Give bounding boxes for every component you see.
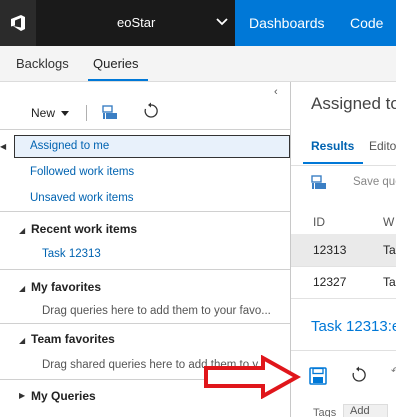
chevron-down-icon xyxy=(216,18,228,26)
new-query-label: New xyxy=(31,106,56,120)
recent-heading[interactable]: Recent work items xyxy=(31,222,137,236)
top-bar: eoStar Dashboards Code xyxy=(0,0,396,46)
project-selector[interactable]: eoStar xyxy=(36,0,235,46)
refresh-icon[interactable] xyxy=(351,366,367,384)
divider xyxy=(0,211,290,212)
annotation-arrow-icon xyxy=(204,355,301,399)
collapse-triangle-icon[interactable]: ◢ xyxy=(19,336,25,345)
refresh-icon[interactable] xyxy=(143,102,159,120)
collapse-triangle-icon[interactable]: ◢ xyxy=(19,226,25,235)
column-id[interactable]: ID xyxy=(313,215,325,229)
top-nav: Dashboards Code xyxy=(235,0,396,46)
collapse-triangle-icon[interactable]: ◢ xyxy=(19,284,25,293)
my-queries-heading[interactable]: My Queries xyxy=(31,389,96,403)
row-divider xyxy=(291,298,396,299)
save-query-button[interactable]: Save query xyxy=(353,176,396,188)
recent-item[interactable]: Task 12313 xyxy=(42,248,101,260)
toolbar-separator xyxy=(86,105,87,121)
table-row[interactable]: 12327 Ta xyxy=(291,266,396,298)
tab-results[interactable]: Results xyxy=(311,139,354,153)
new-query-folder-icon[interactable] xyxy=(102,104,118,120)
query-title: Assigned to xyxy=(311,94,396,113)
team-favorites-heading[interactable]: Team favorites xyxy=(31,332,115,346)
tab-backlogs[interactable]: Backlogs xyxy=(16,56,69,71)
cell-id: 12327 xyxy=(313,275,347,289)
column-work-item-type[interactable]: W xyxy=(383,215,394,229)
query-assigned-to-me[interactable]: Assigned to me xyxy=(30,140,109,152)
work-item-title[interactable]: Task 12313:e xyxy=(311,318,396,335)
collapse-pane-icon[interactable]: ‹ xyxy=(274,86,278,98)
new-item-icon[interactable] xyxy=(311,174,327,190)
tab-queries[interactable]: Queries xyxy=(93,56,139,71)
active-tab-indicator xyxy=(303,162,363,164)
expand-triangle-icon[interactable]: ▶ xyxy=(19,391,25,400)
tab-editor[interactable]: Editor xyxy=(369,139,396,153)
cell-type: Ta xyxy=(383,243,396,257)
favorites-heading[interactable]: My favorites xyxy=(31,280,101,294)
query-followed[interactable]: Followed work items xyxy=(30,166,134,178)
expand-triangle-icon[interactable]: ◀ xyxy=(0,142,6,151)
cell-id: 12313 xyxy=(313,243,347,257)
caret-down-icon xyxy=(61,110,70,116)
project-name: eoStar xyxy=(117,15,156,30)
save-icon[interactable] xyxy=(309,367,327,385)
hub-tabs: Backlogs Queries xyxy=(0,46,396,82)
new-query-button[interactable]: New xyxy=(31,106,70,120)
vsts-logo[interactable] xyxy=(0,0,36,46)
divider xyxy=(0,269,290,270)
undo-icon[interactable]: ↶ xyxy=(391,366,396,377)
nav-code[interactable]: Code xyxy=(350,15,383,31)
table-row[interactable]: 12313 Ta xyxy=(291,234,396,266)
divider xyxy=(0,323,290,324)
logo-icon xyxy=(11,15,25,31)
query-unsaved[interactable]: Unsaved work items xyxy=(30,192,134,204)
divider xyxy=(0,129,290,130)
add-tag-button[interactable]: Add xyxy=(343,404,388,417)
results-pane: Assigned to Results Editor Save query ID… xyxy=(291,82,396,417)
divider xyxy=(291,350,396,351)
tags-label: Tags xyxy=(313,407,337,417)
nav-dashboards[interactable]: Dashboards xyxy=(249,15,325,31)
active-tab-indicator xyxy=(88,79,148,81)
divider xyxy=(291,165,396,166)
favorites-empty-text: Drag queries here to add them to your fa… xyxy=(42,305,271,317)
cell-type: Ta xyxy=(383,275,396,289)
